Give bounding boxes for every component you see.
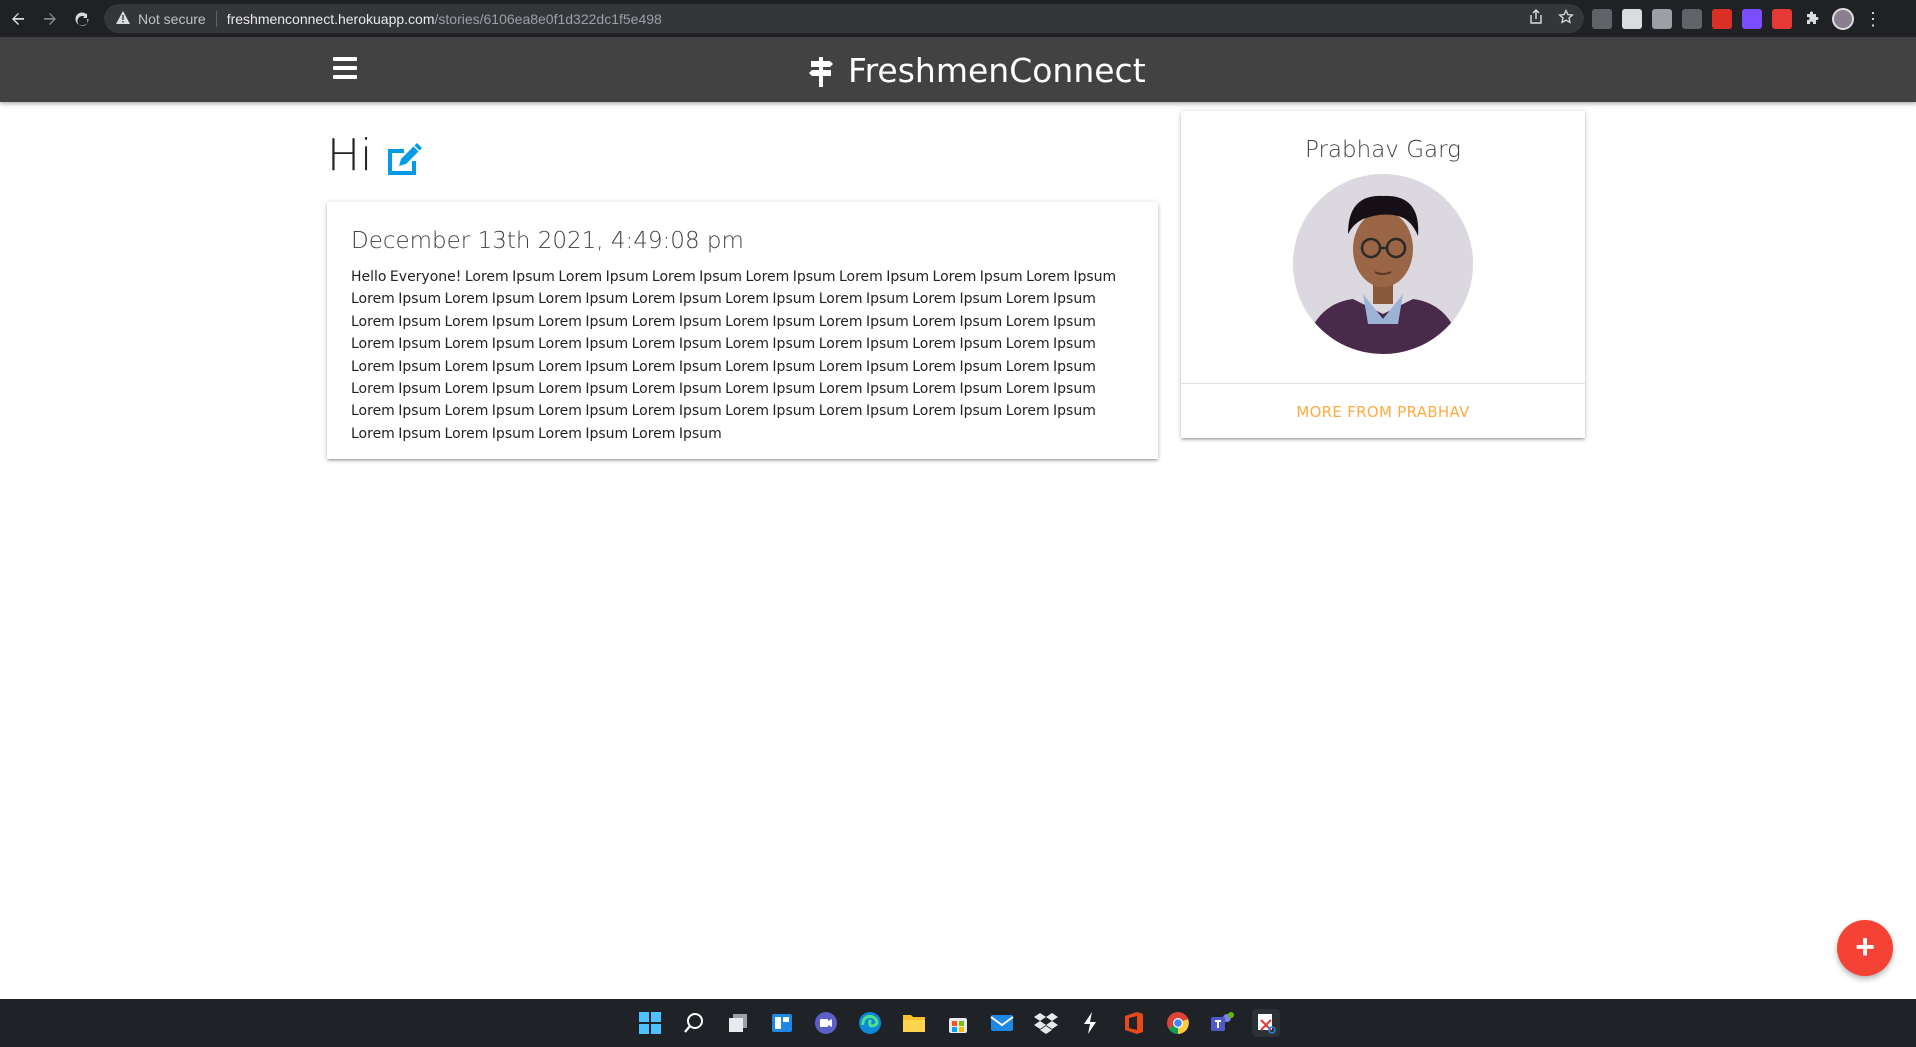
windows-start-icon[interactable] (636, 1009, 664, 1037)
story-heading: Hi (327, 130, 424, 181)
extension-icon[interactable] (1742, 9, 1762, 29)
brand-name: FreshmenConnect (848, 51, 1146, 90)
mail-icon[interactable] (988, 1009, 1016, 1037)
os-taskbar (0, 999, 1916, 1047)
add-story-button[interactable]: + (1837, 920, 1893, 976)
share-icon[interactable] (1528, 9, 1544, 28)
url-path: /stories/6106ea8e0f1d322dc1f5e498 (434, 10, 662, 27)
snipping-tool-icon[interactable] (1252, 1009, 1280, 1037)
chrome-icon[interactable] (1164, 1009, 1192, 1037)
task-view-icon[interactable] (724, 1009, 752, 1037)
url-domain: freshmenconnect.herokuapp.com (226, 10, 435, 27)
forward-icon[interactable] (36, 5, 64, 33)
card-divider (1181, 383, 1585, 384)
address-bar[interactable]: Not secure freshmenconnect.herokuapp.com… (104, 4, 1584, 33)
edit-icon[interactable] (384, 141, 424, 177)
teams-chat-icon[interactable] (812, 1009, 840, 1037)
search-icon[interactable] (680, 1009, 708, 1037)
office-icon[interactable] (1120, 1009, 1148, 1037)
author-avatar (1293, 174, 1473, 354)
hamburger-menu-icon[interactable] (333, 57, 357, 79)
story-title: Hi (327, 130, 373, 181)
dropbox-icon[interactable] (1032, 1009, 1060, 1037)
extension-icon[interactable] (1772, 9, 1792, 29)
profile-avatar-icon[interactable] (1832, 8, 1854, 30)
more-from-author-link[interactable]: MORE FROM PRABHAV (1181, 403, 1585, 421)
divider (215, 10, 217, 27)
extension-icon[interactable] (1622, 9, 1642, 29)
author-name: Prabhav Garg (1305, 137, 1461, 163)
reload-icon[interactable] (68, 5, 96, 33)
back-icon[interactable] (4, 5, 32, 33)
app-icon[interactable] (1076, 1009, 1104, 1037)
story-date: December 13th 2021, 4:49:08 pm (351, 228, 744, 254)
extension-icon[interactable] (1712, 9, 1732, 29)
browser-toolbar: Not secure freshmenconnect.herokuapp.com… (0, 0, 1916, 37)
file-explorer-icon[interactable] (900, 1009, 928, 1037)
warning-icon (116, 10, 130, 27)
author-card: Prabhav Garg MORE FROM PRABHAV (1181, 111, 1585, 438)
security-label[interactable]: Not secure (138, 11, 206, 27)
story-card: December 13th 2021, 4:49:08 pm Hello Eve… (327, 202, 1158, 459)
menu-kebab-icon[interactable]: ⋮ (1864, 9, 1882, 30)
signpost-icon (808, 56, 834, 87)
store-icon[interactable] (944, 1009, 972, 1037)
plus-icon: + (1855, 927, 1875, 966)
extension-icon[interactable] (1592, 9, 1612, 29)
app-navbar: FreshmenConnect (0, 37, 1916, 102)
teams-icon[interactable] (1208, 1009, 1236, 1037)
edge-browser-icon[interactable] (856, 1009, 884, 1037)
widgets-icon[interactable] (768, 1009, 796, 1037)
bookmark-star-icon[interactable] (1558, 8, 1574, 28)
story-body: Hello Everyone! Lorem Ipsum Lorem Ipsum … (351, 269, 1117, 442)
brand-logo[interactable]: FreshmenConnect (808, 51, 1146, 90)
puzzle-icon[interactable] (1802, 9, 1822, 29)
extension-icon[interactable] (1652, 9, 1672, 29)
extension-icon[interactable] (1682, 9, 1702, 29)
